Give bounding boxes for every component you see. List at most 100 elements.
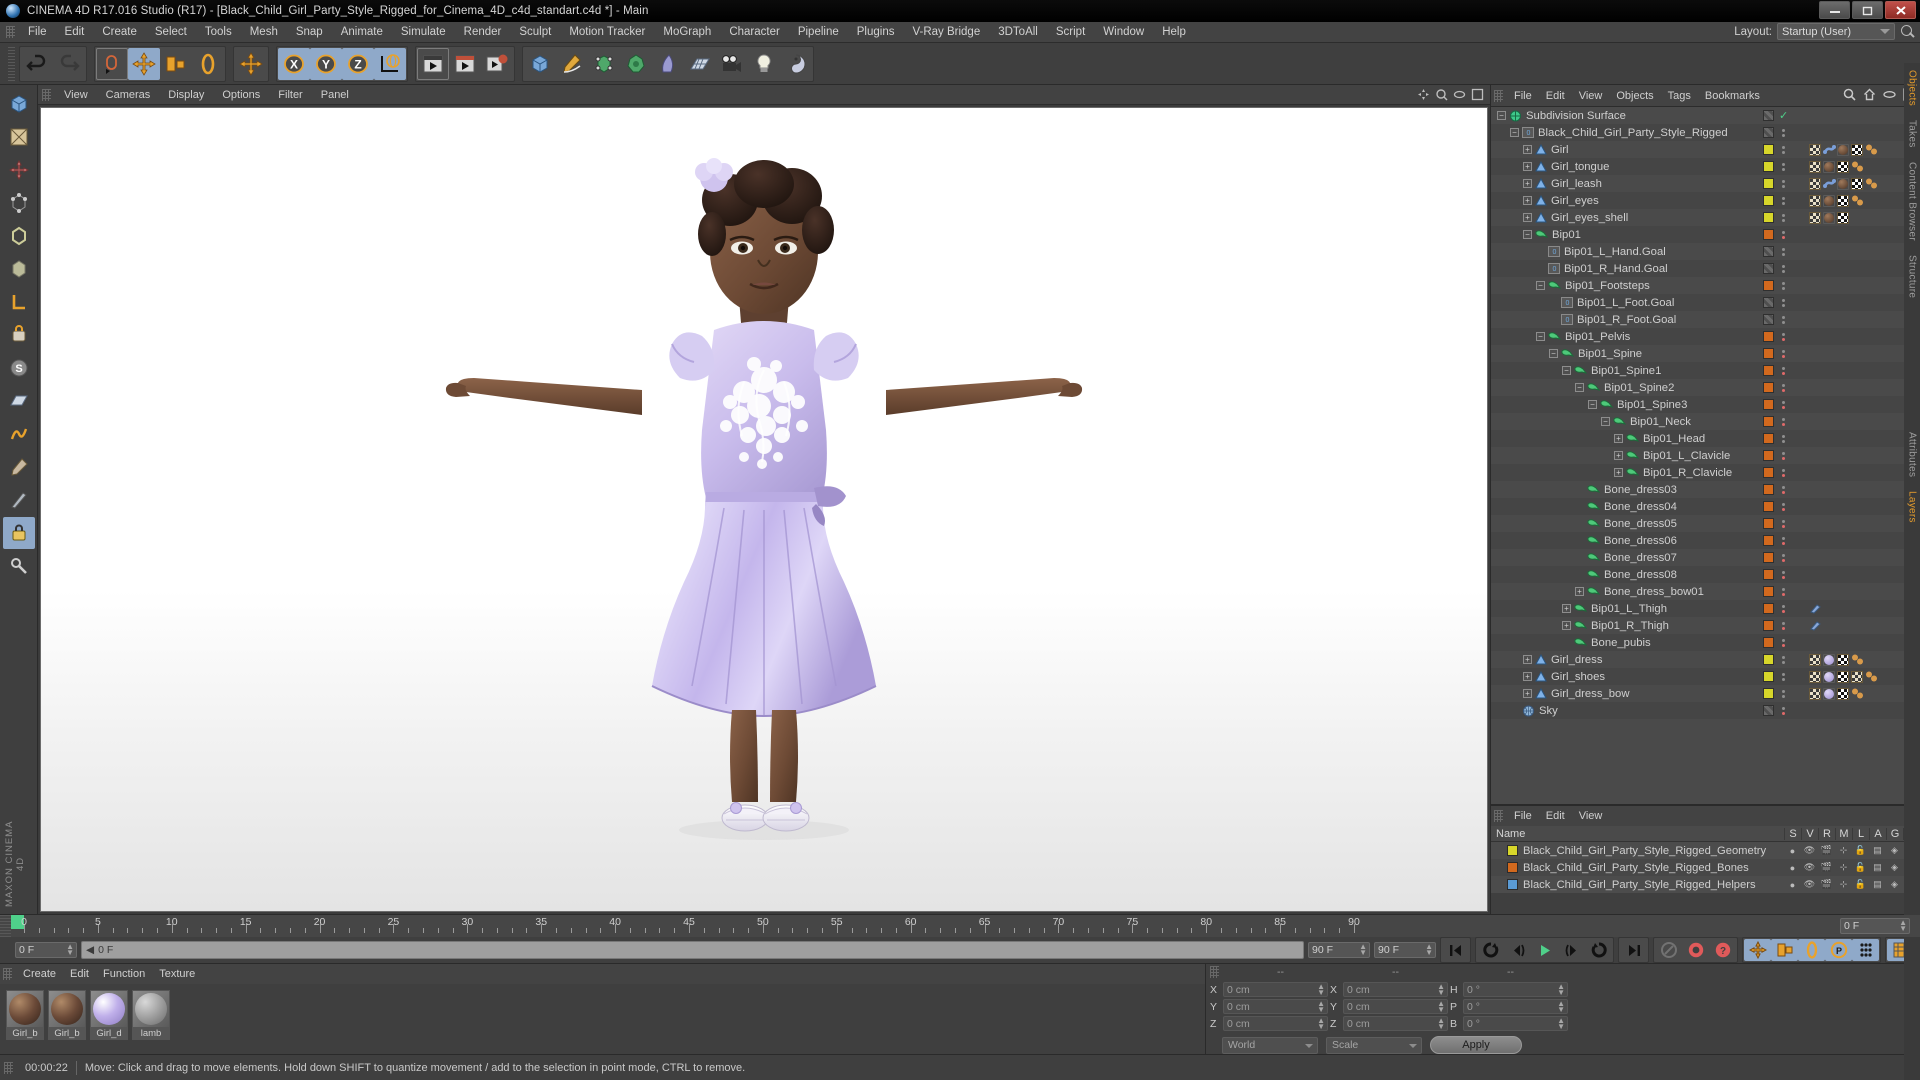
position-key-button[interactable] — [1744, 939, 1771, 961]
texture-tag-icon[interactable] — [1809, 194, 1821, 207]
object-row[interactable]: − Bip01_Neck — [1491, 413, 1920, 430]
scale-tool-button[interactable] — [160, 48, 192, 80]
layer-toggle-cell[interactable]: ▤ — [1869, 879, 1886, 890]
go-to-end-button[interactable] — [1620, 939, 1647, 961]
zoom-icon[interactable] — [1435, 88, 1448, 101]
om-menu-objects[interactable]: Objects — [1609, 89, 1660, 103]
texture-tag-icon[interactable] — [1851, 670, 1863, 683]
coord-input[interactable]: 0 ° ▲ ▼ — [1463, 1016, 1568, 1031]
layer-color-swatch[interactable] — [1763, 263, 1774, 274]
visibility-dots[interactable] — [1779, 179, 1787, 188]
visibility-dots[interactable] — [1779, 570, 1787, 579]
render-settings-button[interactable] — [481, 48, 513, 80]
object-row[interactable]: Bone_pubis — [1491, 634, 1920, 651]
spinner-icon[interactable]: ▲ ▼ — [1317, 983, 1325, 997]
autokey-toggle-button[interactable] — [1655, 939, 1682, 961]
collapse-icon[interactable]: − — [1588, 400, 1597, 409]
layer-toggle-cell[interactable]: ▤ — [1869, 845, 1886, 856]
visibility-dots[interactable] — [1779, 451, 1787, 460]
layer-toggle-cell[interactable]: 🔓 — [1852, 879, 1869, 890]
close-button[interactable] — [1885, 1, 1916, 19]
point-level-animation-button[interactable] — [1852, 939, 1879, 961]
object-row[interactable]: + Bip01_Head — [1491, 430, 1920, 447]
layer-color-swatch[interactable] — [1763, 705, 1774, 716]
layer-color-swatch[interactable] — [1763, 416, 1774, 427]
object-row[interactable]: + Girl_dress — [1491, 651, 1920, 668]
step-forward-button[interactable] — [1558, 939, 1585, 961]
mm-menu-create[interactable]: Create — [16, 967, 63, 981]
selection-tag-icon[interactable] — [1851, 688, 1865, 700]
menu-item-simulate[interactable]: Simulate — [392, 24, 455, 40]
object-row[interactable]: Bone_dress07 — [1491, 549, 1920, 566]
layer-toggle-cell[interactable]: 🔓 — [1852, 845, 1869, 856]
points-mode-button[interactable] — [3, 187, 35, 219]
layer-color-swatch[interactable] — [1763, 161, 1774, 172]
python-button[interactable] — [780, 48, 812, 80]
texture-tag-icon[interactable] — [1809, 177, 1821, 190]
visibility-dots[interactable] — [1779, 689, 1787, 698]
layout-lock-button[interactable] — [3, 550, 35, 582]
spinner-icon[interactable]: ▲ ▼ — [1317, 1017, 1325, 1031]
layer-toggle-cell[interactable]: ▤ — [1869, 862, 1886, 873]
layer-color-swatch[interactable] — [1763, 620, 1774, 631]
snap-button[interactable]: S — [3, 352, 35, 384]
lm-menu-edit[interactable]: Edit — [1539, 809, 1572, 823]
coordinate-system-select[interactable]: World — [1222, 1036, 1318, 1054]
lm-menu-view[interactable]: View — [1572, 809, 1610, 823]
menu-item-motion-tracker[interactable]: Motion Tracker — [560, 24, 654, 40]
visibility-dots[interactable] — [1779, 349, 1787, 358]
menu-item-snap[interactable]: Snap — [287, 24, 332, 40]
collapse-icon[interactable]: − — [1523, 230, 1532, 239]
collapse-icon[interactable]: − — [1575, 383, 1584, 392]
om-menu-bookmarks[interactable]: Bookmarks — [1698, 89, 1767, 103]
y-axis-lock-button[interactable]: Y — [310, 47, 342, 80]
layer-color-swatch[interactable] — [1763, 110, 1774, 121]
object-row[interactable]: 0 Bip01_R_Foot.Goal — [1491, 311, 1920, 328]
material-tag-icon[interactable] — [1837, 143, 1849, 156]
object-row[interactable]: + Bip01_R_Clavicle — [1491, 464, 1920, 481]
weight-tag-icon[interactable] — [1809, 603, 1821, 615]
render-view-button[interactable] — [417, 47, 449, 80]
menu-item-edit[interactable]: Edit — [56, 24, 94, 40]
move-tool-button[interactable] — [128, 47, 160, 80]
layer-color-swatch[interactable] — [1763, 297, 1774, 308]
spinner-icon[interactable]: ▲ ▼ — [1557, 1017, 1565, 1031]
layer-color-swatch[interactable] — [1763, 280, 1774, 291]
move-axis-tool-button[interactable] — [235, 48, 267, 80]
object-row[interactable]: + Bone_dress_bow01 — [1491, 583, 1920, 600]
weight-tag-icon[interactable] — [1823, 178, 1836, 190]
collapse-icon[interactable]: − — [1536, 281, 1545, 290]
live-selection-tool-button[interactable] — [96, 47, 128, 80]
deformer-button[interactable] — [620, 48, 652, 80]
viewport-menu-panel[interactable]: Panel — [312, 88, 358, 102]
visibility-dots[interactable] — [1779, 519, 1787, 528]
menu-item-file[interactable]: File — [19, 24, 56, 40]
visibility-dots[interactable] — [1779, 213, 1787, 222]
layer-toggle-cell[interactable]: 🎬 — [1818, 845, 1835, 856]
redo-button[interactable] — [53, 48, 85, 80]
expand-icon[interactable]: + — [1614, 451, 1623, 460]
layer-toggle-cell[interactable]: 👁 — [1801, 845, 1818, 856]
enable-check-icon[interactable]: ✓ — [1779, 109, 1788, 122]
visibility-dots[interactable] — [1779, 366, 1787, 375]
collapse-icon[interactable]: − — [1510, 128, 1519, 137]
eye-icon[interactable] — [1883, 88, 1896, 101]
collapse-icon[interactable]: − — [1562, 366, 1571, 375]
timeline-scrubber[interactable]: ◀ 0 F — [81, 941, 1304, 959]
layer-color-swatch[interactable] — [1763, 195, 1774, 206]
layer-toggle-cell[interactable]: ● — [1784, 880, 1801, 890]
tab-objects[interactable]: Objects — [1907, 63, 1918, 113]
expand-icon[interactable]: + — [1523, 672, 1532, 681]
texture-tag-icon[interactable] — [1809, 653, 1821, 666]
menu-item-window[interactable]: Window — [1094, 24, 1153, 40]
enable-axis-button[interactable] — [3, 319, 35, 351]
layer-color-swatch[interactable] — [1763, 535, 1774, 546]
uvw-tag-icon[interactable] — [1837, 211, 1849, 224]
layer-color-swatch[interactable] — [1763, 467, 1774, 478]
layer-toggle-cell[interactable]: ◈ — [1886, 862, 1903, 873]
layer-color-swatch[interactable] — [1763, 246, 1774, 257]
object-row[interactable]: + Girl_tongue — [1491, 158, 1920, 175]
object-row[interactable]: 0 Bip01_L_Foot.Goal — [1491, 294, 1920, 311]
material-cell[interactable]: Girl_b — [6, 990, 44, 1040]
spline-pen-button[interactable] — [556, 48, 588, 80]
